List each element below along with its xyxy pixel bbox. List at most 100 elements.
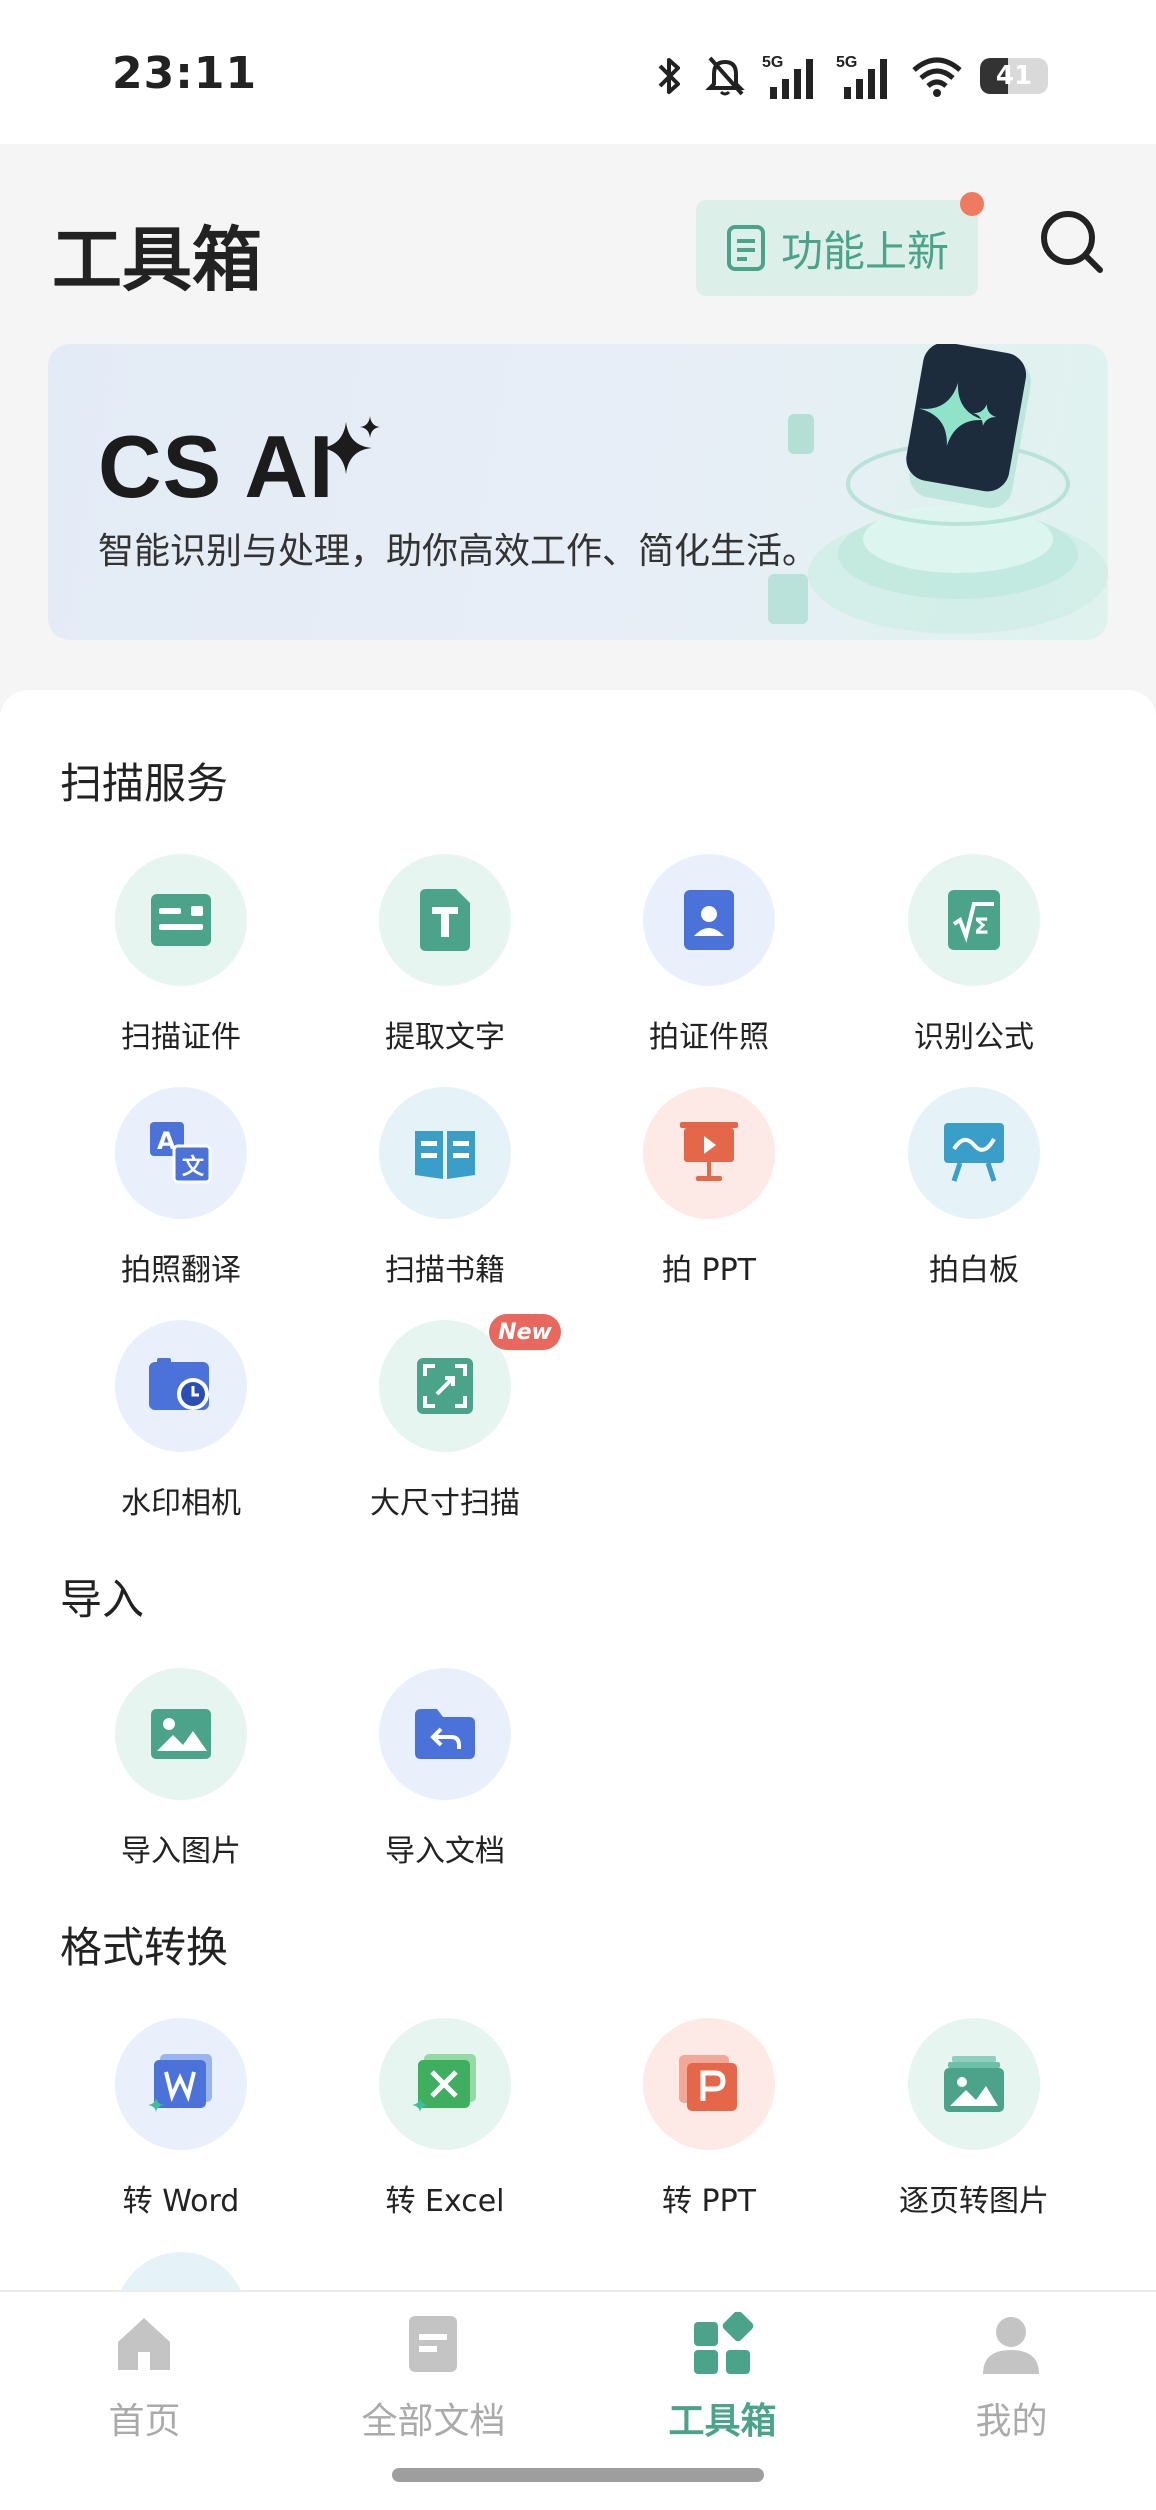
text-extract-icon	[420, 889, 470, 951]
watermark-camera-icon	[149, 1358, 209, 1410]
document-icon	[726, 225, 765, 271]
tool-scan-id[interactable]: 扫描证件	[49, 854, 313, 1055]
tool-import-image[interactable]: 导入图片	[49, 1668, 313, 1869]
banner-title: CS AI	[98, 417, 335, 516]
notification-dot	[960, 192, 984, 216]
status-icons: 5G 5G 41	[652, 46, 1048, 106]
page-title: 工具箱	[52, 219, 262, 301]
tool-to-ppt[interactable]: 转 PPT	[577, 2018, 841, 2219]
svg-text:Σ: Σ	[974, 915, 989, 940]
tool-icon-bg: A 文	[115, 1087, 247, 1219]
tool-extract-text[interactable]: 提取文字	[313, 854, 577, 1055]
status-time: 23:11	[112, 48, 258, 99]
nav-profile[interactable]: 我的	[867, 2292, 1156, 2492]
news-button-label: 功能上新	[780, 226, 949, 276]
ai-illustration	[768, 344, 1108, 634]
tool-icon-bg	[115, 854, 247, 986]
ppt-icon	[679, 2055, 737, 2111]
nav-toolbox[interactable]: 工具箱	[578, 2292, 867, 2492]
tool-pages-to-image[interactable]: 逐页转图片	[842, 2018, 1106, 2219]
tool-icon-bg	[379, 1087, 511, 1219]
tool-label: 导入文档	[385, 1834, 505, 1869]
nav-label: 首页	[108, 2401, 181, 2442]
tool-label: 扫描证件	[121, 1020, 241, 1055]
home-indicator	[392, 2468, 764, 2482]
search-icon[interactable]	[1036, 206, 1106, 276]
tool-label: 大尺寸扫描	[370, 1486, 520, 1521]
tool-icon-bg	[115, 2018, 247, 2150]
tool-icon-bg	[379, 854, 511, 986]
tool-formula[interactable]: Σ 识别公式	[842, 854, 1106, 1055]
tool-label: 转 PPT	[661, 2184, 757, 2219]
excel-icon	[412, 2054, 476, 2112]
ppt-board-icon	[680, 1122, 738, 1181]
tool-id-photo[interactable]: 拍证件照	[577, 854, 841, 1055]
cs-ai-banner[interactable]: CS AI 智能识别与处理，助你高效工作、简化生活。	[48, 344, 1108, 640]
formula-icon: Σ	[948, 890, 1000, 950]
tool-icon-bg	[643, 1087, 775, 1219]
tool-label: 导入图片	[121, 1834, 241, 1869]
network-label-1: 5G	[762, 54, 783, 71]
bluetooth-icon	[658, 58, 680, 94]
battery-percentage: 41	[995, 61, 1033, 91]
tool-icon-bg	[379, 2018, 511, 2150]
tool-import-doc[interactable]: 导入文档	[313, 1668, 577, 1869]
tool-watermark-camera[interactable]: 水印相机	[49, 1320, 313, 1521]
tool-label: 水印相机	[121, 1486, 241, 1521]
tool-label: 提取文字	[385, 1020, 505, 1055]
news-button[interactable]: 功能上新	[696, 192, 984, 296]
banner-subtitle: 智能识别与处理，助你高效工作、简化生活。	[98, 531, 819, 572]
id-photo-icon	[684, 890, 734, 950]
section-title-scan: 扫描服务	[60, 759, 229, 808]
tool-label: 拍照翻译	[121, 1253, 241, 1288]
tool-icon-bg	[643, 2018, 775, 2150]
nav-label: 全部文档	[361, 2401, 506, 2442]
nav-home[interactable]: 首页	[0, 2292, 289, 2492]
tool-label: 识别公式	[914, 1020, 1034, 1055]
tool-label: 拍 PPT	[661, 1253, 757, 1288]
svg-text:文: 文	[182, 1154, 205, 1180]
tool-icon-bg	[115, 1320, 247, 1452]
battery-icon: 41	[980, 58, 1048, 94]
toolbox-icon	[694, 2312, 754, 2374]
sparkle-icon	[320, 416, 380, 474]
nav-all-documents[interactable]: 全部文档	[289, 2292, 578, 2492]
tool-photo-ppt[interactable]: 拍 PPT	[577, 1087, 841, 1288]
network-label-2: 5G	[836, 54, 857, 71]
book-icon	[415, 1131, 475, 1179]
profile-icon	[983, 2317, 1039, 2374]
nav-label: 工具箱	[668, 2401, 777, 2442]
tool-icon-bg	[115, 1668, 247, 1800]
tool-icon-bg	[379, 1668, 511, 1800]
tool-label: 扫描书籍	[385, 1253, 505, 1288]
tool-icon-bg	[643, 854, 775, 986]
status-bar: 23:11 5G 5G 41	[0, 0, 1156, 144]
tool-photo-translate[interactable]: A 文 拍照翻译	[49, 1087, 313, 1288]
tool-label: 逐页转图片	[899, 2184, 1049, 2219]
tool-icon-bg	[908, 2018, 1040, 2150]
tool-to-excel[interactable]: 转 Excel	[313, 2018, 577, 2219]
tool-label: 转 Word	[122, 2184, 240, 2219]
word-icon	[148, 2054, 212, 2112]
wifi-icon	[912, 57, 962, 97]
tool-scan-book[interactable]: 扫描书籍	[313, 1087, 577, 1288]
tool-large-scan[interactable]: New 大尺寸扫描	[313, 1314, 577, 1521]
nav-label: 我的	[975, 2401, 1048, 2442]
mute-icon	[705, 56, 745, 96]
document-icon	[409, 2316, 457, 2372]
home-icon	[118, 2318, 170, 2370]
tool-whiteboard[interactable]: 拍白板	[842, 1087, 1106, 1288]
id-card-icon	[151, 894, 211, 946]
signal-5g-icon: 5G	[762, 54, 813, 99]
translate-icon: A 文	[150, 1122, 212, 1184]
folder-import-icon	[415, 1709, 475, 1759]
section-title-import: 导入	[60, 1575, 145, 1624]
pages-to-image-icon	[944, 2056, 1004, 2112]
section-title-convert: 格式转换	[60, 1923, 229, 1972]
tool-label: 转 Excel	[385, 2184, 505, 2219]
whiteboard-icon	[944, 1123, 1004, 1182]
signal-5g-icon: 5G	[836, 54, 887, 99]
tool-icon-bg	[908, 1087, 1040, 1219]
tool-to-word[interactable]: 转 Word	[49, 2018, 313, 2219]
header: 工具箱 功能上新	[0, 144, 1156, 344]
